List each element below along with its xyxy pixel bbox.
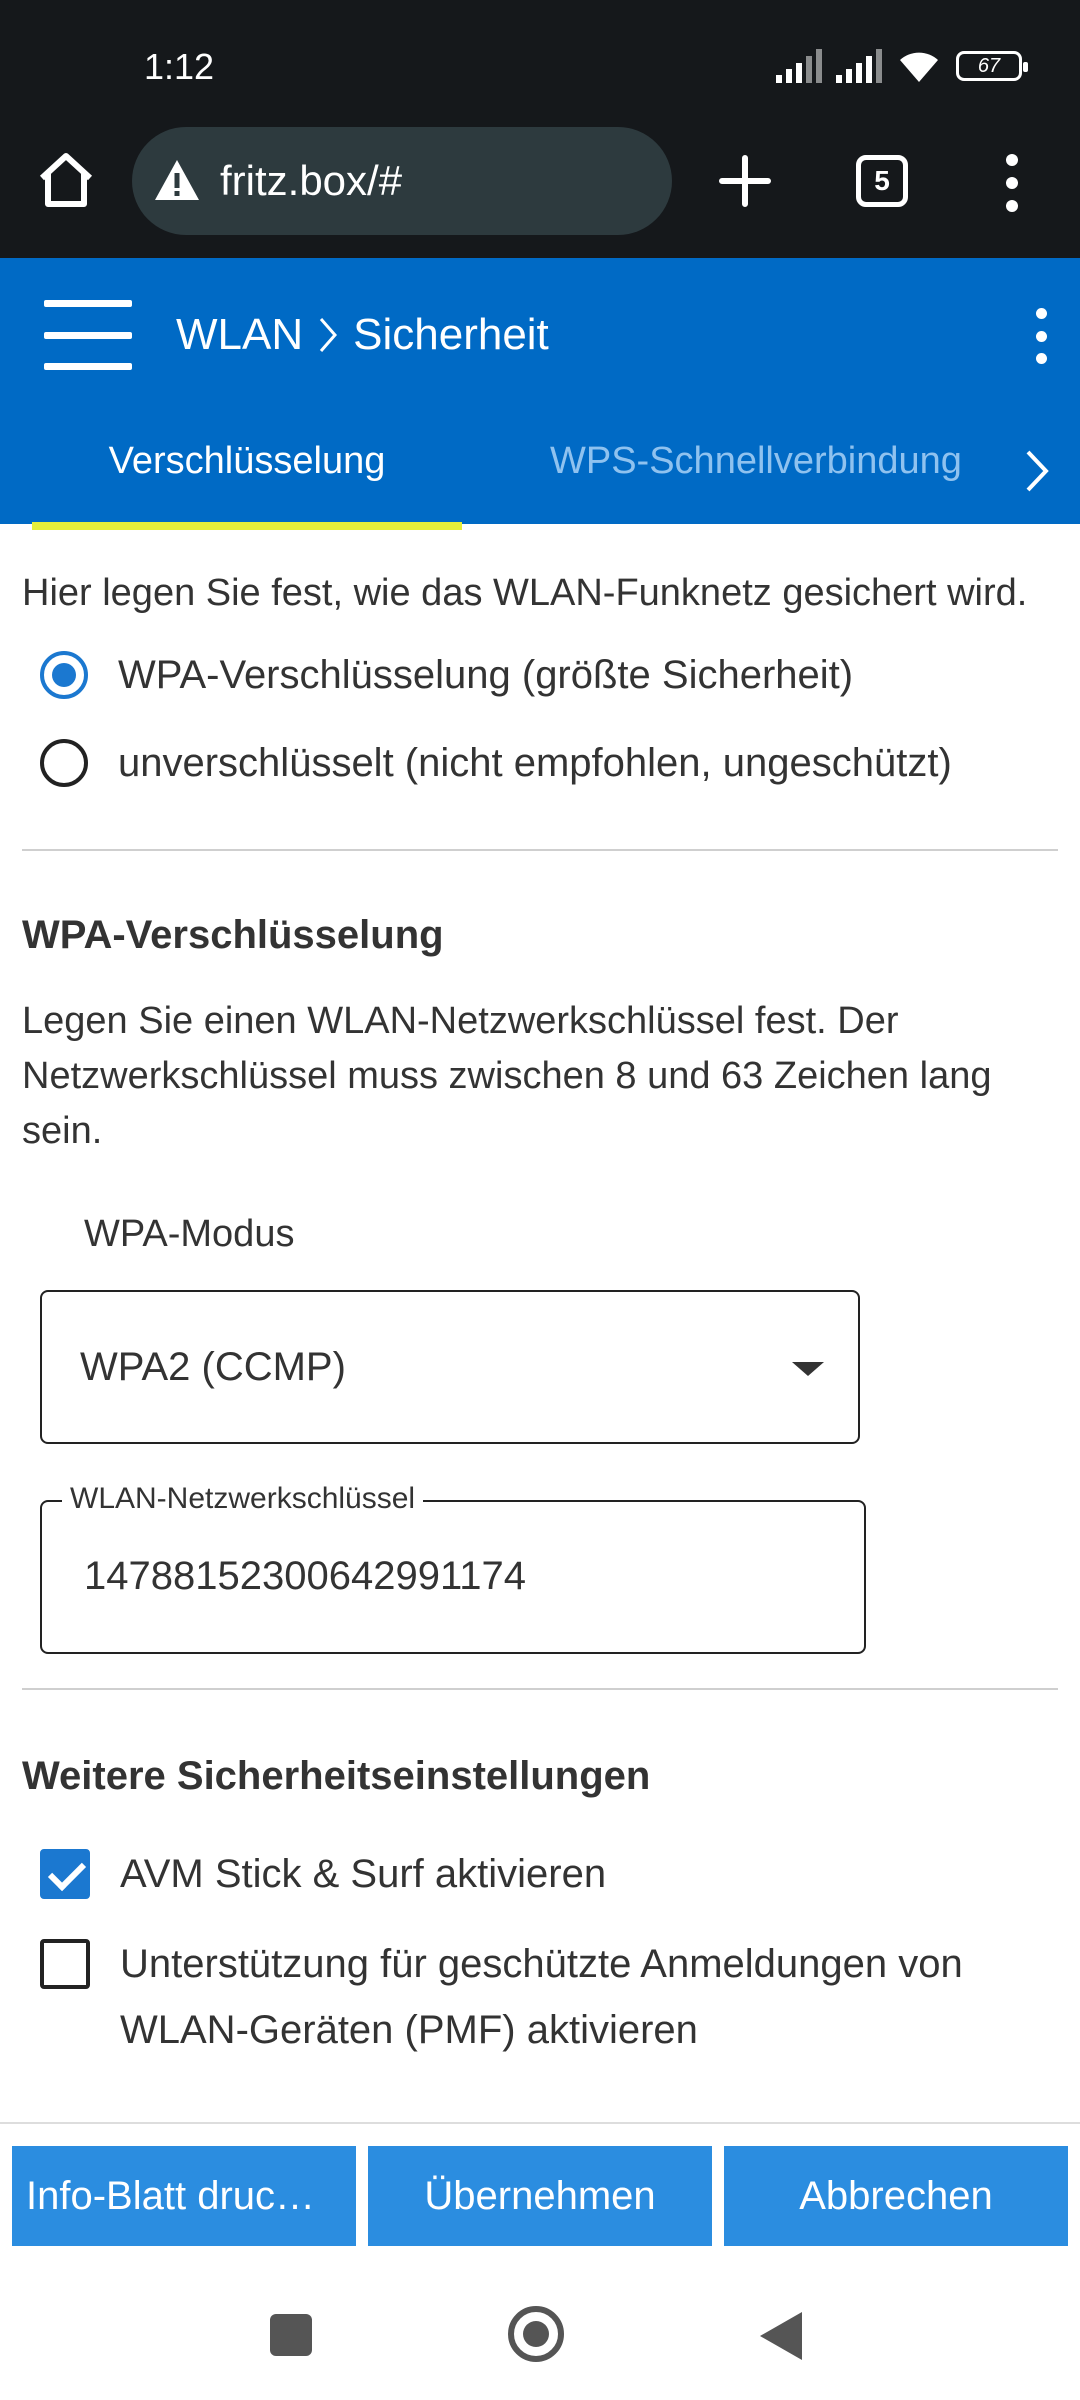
- app-header: WLAN Sicherheit Verschlüsselung WPS-Schn…: [0, 258, 1080, 530]
- warning-icon[interactable]: [152, 156, 202, 206]
- network-key-field[interactable]: WLAN-Netzwerkschlüssel 14788152300642991…: [40, 1482, 866, 1654]
- home-nav-icon[interactable]: [508, 2306, 564, 2362]
- radio-label: unverschlüsselt (nicht empfohlen, ungesc…: [118, 740, 952, 785]
- back-icon[interactable]: [760, 2312, 802, 2360]
- wpa-mode-label: WPA-Modus: [84, 1213, 295, 1255]
- chevron-right-icon: [319, 318, 338, 352]
- browser-menu-icon[interactable]: [996, 150, 1028, 216]
- radio-wpa[interactable]: WPA-Verschlüsselung (größte Sicherheit): [40, 631, 1058, 719]
- cancel-button[interactable]: Abbrechen: [724, 2146, 1068, 2246]
- status-time: 1:12: [144, 46, 215, 87]
- checkbox-stick-surf[interactable]: AVM Stick & Surf aktivieren: [40, 1849, 1058, 1907]
- radio-label: WPA-Verschlüsselung (größte Sicherheit): [118, 652, 854, 697]
- action-bar: Info-Blatt druc… Übernehmen Abbrechen: [0, 2122, 1080, 2276]
- tab-wps[interactable]: WPS-Schnellverbindung: [550, 440, 980, 483]
- section-title-more: Weitere Sicherheitseinstellungen: [22, 1754, 651, 1798]
- battery-icon: 67: [956, 51, 1028, 81]
- checkbox[interactable]: [40, 1939, 90, 1989]
- chevron-right-icon[interactable]: [1022, 446, 1052, 496]
- browser-chrome: 1:12 67 fritz.box/# 5: [0, 0, 1080, 258]
- wpa-mode-select[interactable]: WPA2 (CCMP): [40, 1290, 860, 1444]
- url-text: fritz.box/#: [220, 157, 403, 204]
- signal-icon: [836, 49, 882, 83]
- checkbox-pmf[interactable]: Unterstützung für geschützte Anmeldungen…: [40, 1939, 1058, 2063]
- status-icons: 67: [776, 48, 1028, 84]
- menu-icon[interactable]: [44, 300, 132, 370]
- more-options-icon[interactable]: [1016, 308, 1066, 364]
- network-key-label: WLAN-Netzwerkschlüssel: [62, 1482, 424, 1516]
- wifi-icon: [900, 52, 938, 82]
- recents-icon[interactable]: [270, 2314, 312, 2356]
- print-info-sheet-button[interactable]: Info-Blatt druc…: [12, 2146, 356, 2246]
- intro-text: Hier legen Sie fest, wie das WLAN-Funkne…: [22, 572, 1028, 614]
- breadcrumb: WLAN Sicherheit: [176, 310, 549, 360]
- apply-button[interactable]: Übernehmen: [368, 2146, 712, 2246]
- dropdown-arrow-icon: [792, 1362, 824, 1376]
- system-nav-bar: [0, 2276, 1080, 2400]
- home-icon[interactable]: [34, 148, 98, 212]
- breadcrumb-sicherheit: Sicherheit: [353, 310, 549, 359]
- new-tab-icon[interactable]: [712, 148, 778, 214]
- network-key-value[interactable]: 14788152300642991174: [84, 1554, 526, 1599]
- section-title-wpa: WPA-Verschlüsselung: [22, 913, 444, 957]
- checkbox-label: Unterstützung für geschützte Anmeldungen…: [120, 1942, 963, 2052]
- wpa-mode-value: WPA2 (CCMP): [80, 1344, 346, 1389]
- radio-button[interactable]: [40, 739, 88, 787]
- radio-button[interactable]: [40, 651, 88, 699]
- radio-unencrypted[interactable]: unverschlüsselt (nicht empfohlen, ungesc…: [40, 719, 1058, 807]
- address-bar[interactable]: fritz.box/#: [132, 127, 672, 235]
- checkbox-label: AVM Stick & Surf aktivieren: [120, 1852, 607, 1896]
- tab-verschluesselung[interactable]: Verschlüsselung: [32, 440, 462, 530]
- breadcrumb-wlan[interactable]: WLAN: [176, 310, 303, 360]
- checkbox[interactable]: [40, 1849, 90, 1899]
- wpa-description: Legen Sie einen WLAN-Netzwerkschlüssel f…: [22, 1000, 992, 1152]
- tab-switcher-button[interactable]: 5: [856, 155, 908, 207]
- signal-icon: [776, 49, 822, 83]
- main-content: Hier legen Sie fest, wie das WLAN-Funkne…: [22, 565, 1058, 2063]
